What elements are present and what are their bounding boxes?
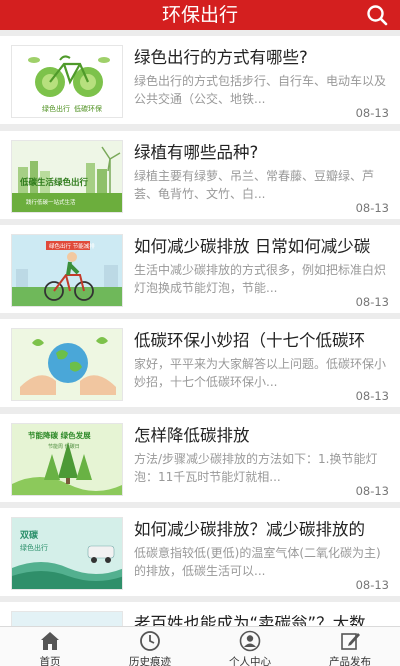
app-header: 环保出行 xyxy=(0,0,400,30)
article-thumbnail: 双碳 绿色出行 xyxy=(11,517,123,590)
article-date: 08-13 xyxy=(355,106,389,120)
thumb-caption: 践行低碳一站式生活 xyxy=(26,198,76,206)
article-summary: 低碳意指较低(更低)的温室气体(二氧化碳为主)的排放，低碳生活可以... xyxy=(134,546,381,578)
article-thumbnail: 节能降碳 绿色发展 节能周 低碳日 xyxy=(11,423,123,496)
article-title: 如何减少碳排放 日常如何减少碳 xyxy=(134,237,371,256)
article-list: 绿色出行 低碳环保 绿色出行的方式有哪些? 绿色出行的方式包括步行、自行车、电动… xyxy=(0,30,400,626)
article-summary: 生活中减少碳排放的方式很多，例如把标准白炽灯泡换成节能灯泡，节能... xyxy=(134,263,387,295)
article-date: 08-13 xyxy=(355,484,389,498)
tab-label: 历史痕迹 xyxy=(129,656,171,666)
article-date: 08-13 xyxy=(355,578,389,592)
tab-profile[interactable]: 个人中心 xyxy=(200,627,300,666)
tab-label: 首页 xyxy=(39,656,61,666)
article-title: 老百姓也能成为“卖碳翁”？大数 xyxy=(134,614,366,626)
list-item[interactable]: 绿色出行 节能减排 如何减少碳排放 日常如何减少碳 生活中减少碳排放的方式很多，… xyxy=(0,225,400,313)
article-summary: 方法/步骤减少碳排放的方法如下：1.换节能灯泡：11千瓦时节能灯就相... xyxy=(134,452,378,484)
tab-label: 产品发布 xyxy=(329,656,371,666)
thumb-caption: 绿色出行 xyxy=(42,104,70,113)
article-thumbnail: 绿色出行 低碳环保 xyxy=(11,45,123,118)
tab-publish[interactable]: 产品发布 xyxy=(300,627,400,666)
search-icon[interactable] xyxy=(366,4,388,26)
article-title: 怎样降低碳排放 xyxy=(134,426,250,445)
article-thumbnail xyxy=(11,611,123,626)
article-date: 08-13 xyxy=(355,389,389,403)
thumb-caption: 绿色出行 xyxy=(20,543,48,552)
user-icon xyxy=(239,630,261,652)
bottom-tab-bar: 首页 历史痕迹 个人中心 产品发布 xyxy=(0,626,400,666)
article-thumbnail: 绿色出行 节能减排 xyxy=(11,234,123,307)
article-date: 08-13 xyxy=(355,201,389,215)
article-title: 如何减少碳排放？减少碳排放的 xyxy=(134,520,365,539)
thumb-caption: 低碳生活绿色出行 xyxy=(19,177,89,188)
list-item[interactable]: 低碳环保小妙招（十七个低碳环 家好，平平来为大家解答以上问题。低碳环保小妙招，十… xyxy=(0,319,400,407)
thumb-caption: 绿色出行 节能减排 xyxy=(49,242,95,250)
list-item[interactable]: 节能降碳 绿色发展 节能周 低碳日 怎样降低碳排放 方法/步骤减少碳排放的方法如… xyxy=(0,414,400,502)
edit-icon xyxy=(341,633,360,650)
article-title: 绿色出行的方式有哪些? xyxy=(134,48,308,67)
article-title: 绿植有哪些品种? xyxy=(134,143,259,162)
thumb-caption: 低碳环保 xyxy=(74,104,102,113)
list-item[interactable]: 老百姓也能成为“卖碳翁”？大数 xyxy=(0,602,400,626)
tab-home[interactable]: 首页 xyxy=(0,627,100,666)
article-summary: 家好，平平来为大家解答以上问题。低碳环保小妙招，十七个低碳环保小... xyxy=(134,357,387,389)
article-summary: 绿色出行的方式包括步行、自行车、电动车以及公共交通（公交、地铁... xyxy=(134,74,387,106)
list-item[interactable]: 绿色出行 低碳环保 绿色出行的方式有哪些? 绿色出行的方式包括步行、自行车、电动… xyxy=(0,36,400,124)
tab-history[interactable]: 历史痕迹 xyxy=(100,627,200,666)
tab-label: 个人中心 xyxy=(229,656,271,666)
thumb-caption: 双碳 xyxy=(20,529,39,541)
list-item[interactable]: 双碳 绿色出行 如何减少碳排放？减少碳排放的 低碳意指较低(更低)的温室气体(二… xyxy=(0,508,400,596)
thumb-caption: 节能周 低碳日 xyxy=(48,443,80,450)
page-title: 环保出行 xyxy=(161,4,238,26)
article-date: 08-13 xyxy=(355,295,389,309)
article-title: 低碳环保小妙招（十七个低碳环 xyxy=(134,331,365,350)
list-item[interactable]: 低碳生活绿色出行 践行低碳一站式生活 绿植有哪些品种? 绿植主要有绿萝、吊兰、常… xyxy=(0,131,400,219)
article-thumbnail xyxy=(11,328,123,401)
thumb-caption: 节能降碳 绿色发展 xyxy=(28,430,91,440)
clock-icon xyxy=(140,631,160,651)
article-summary: 绿植主要有绿萝、吊兰、常春藤、豆瓣绿、芦荟、龟背竹、文竹、白... xyxy=(134,169,375,201)
home-icon xyxy=(41,632,59,650)
article-thumbnail: 低碳生活绿色出行 践行低碳一站式生活 xyxy=(11,140,123,213)
